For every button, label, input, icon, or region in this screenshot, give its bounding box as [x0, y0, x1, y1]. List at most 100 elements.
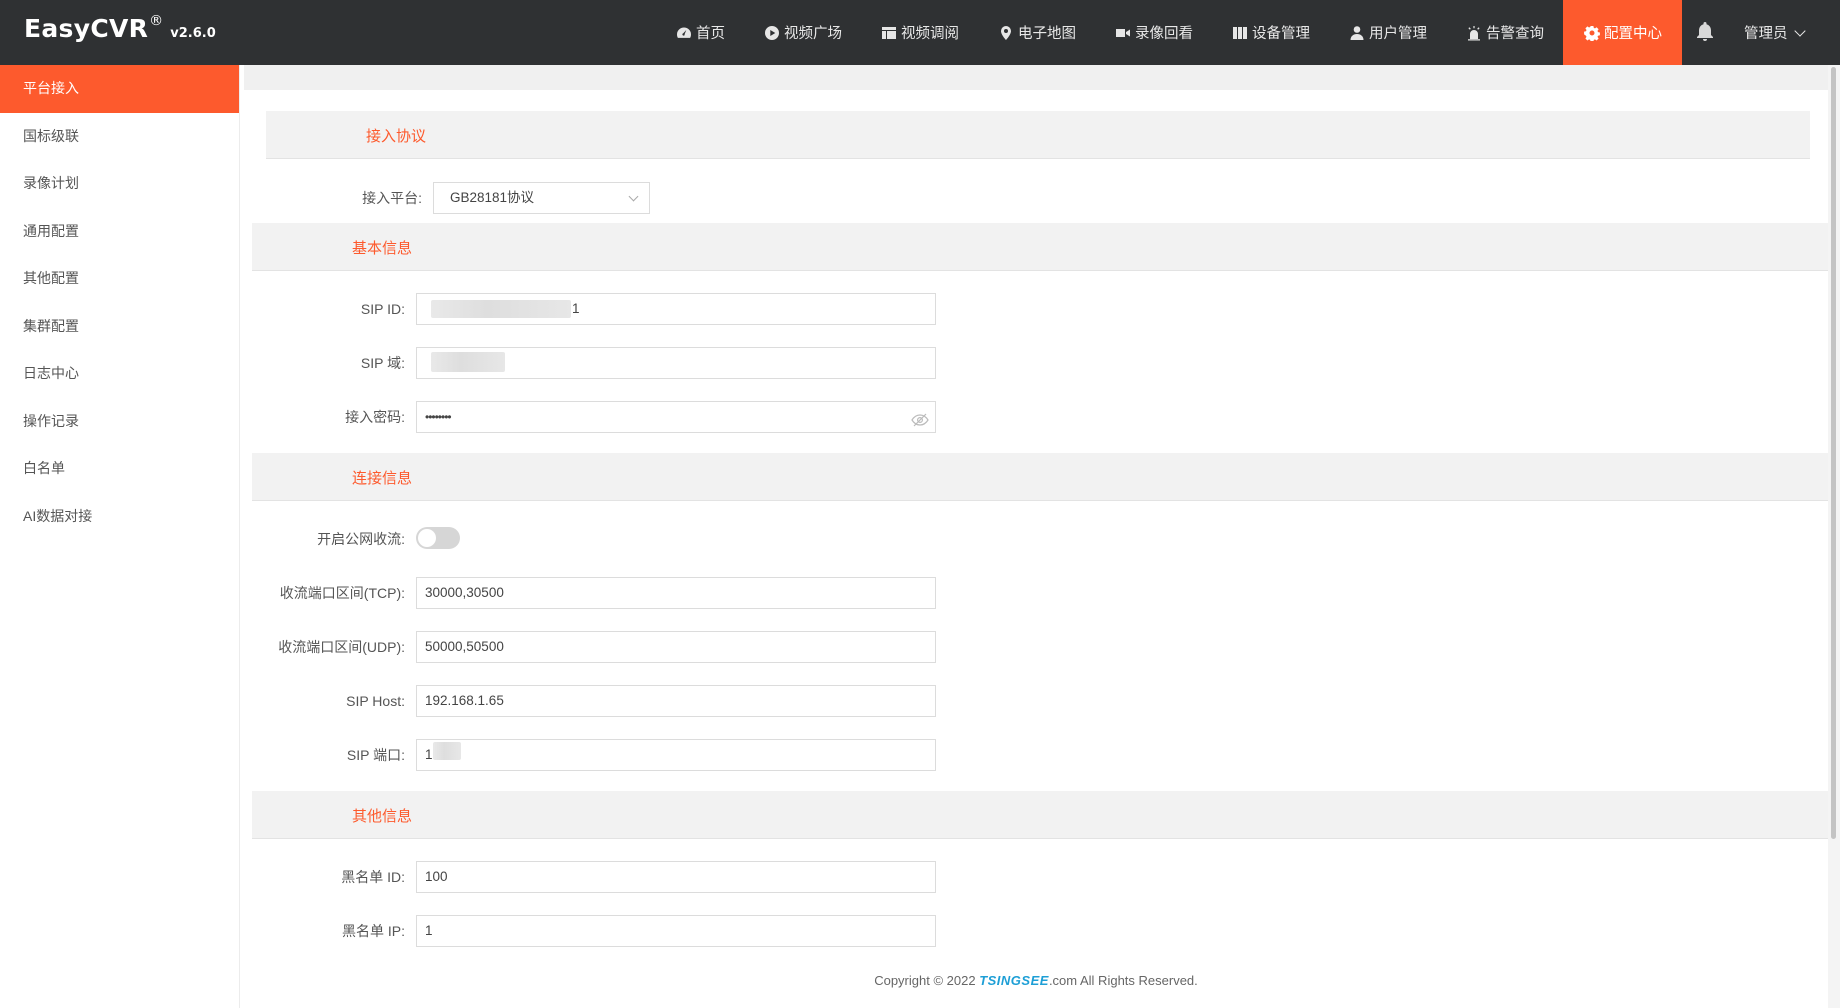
- main-nav: 首页 视频广场 视频调阅 电子地图 录像回看 设备管理 用户管理 告警查询 配置…: [656, 0, 1682, 65]
- section-basic-title: 基本信息: [352, 240, 413, 257]
- section-connection-header: 连接信息: [252, 453, 1828, 501]
- section-basic-header: 基本信息: [252, 223, 1828, 271]
- blacklist-ip-label: 黑名单 IP:: [341, 923, 405, 939]
- tcp-range-label: 收流端口区间(TCP):: [279, 585, 405, 601]
- row-sip-host: SIP Host: 192.168.1.65: [244, 685, 1828, 717]
- udp-range-label: 收流端口区间(UDP):: [278, 639, 405, 655]
- vertical-scrollbar[interactable]: [1828, 65, 1840, 1008]
- layout-icon: [880, 24, 897, 41]
- section-protocol-header: 接入协议: [266, 111, 1810, 159]
- platform-label: 接入平台:: [362, 190, 422, 206]
- content-top-strip: [244, 65, 1828, 90]
- nav-device-management-label: 设备管理: [1252, 26, 1310, 42]
- password-value: ••••••••: [425, 410, 452, 424]
- footer-copyright: Copyright © 2022: [874, 973, 980, 988]
- user-name: 管理员: [1744, 26, 1788, 42]
- nav-e-map[interactable]: 电子地图: [978, 0, 1095, 65]
- public-stream-toggle[interactable]: [416, 527, 460, 549]
- footer-rights: .com All Rights Reserved.: [1048, 973, 1198, 988]
- nav-home-label: 首页: [696, 26, 725, 42]
- row-udp-range: 收流端口区间(UDP): 50000,50500: [244, 631, 1828, 663]
- row-password: 接入密码: ••••••••: [244, 401, 1828, 433]
- sip-domain-input[interactable]: [416, 347, 936, 379]
- row-sip-domain: SIP 域:: [244, 347, 1828, 379]
- sidebar-item-general-config[interactable]: 通用配置: [0, 208, 239, 256]
- chevron-down-icon: [1793, 25, 1806, 37]
- nav-playback-label: 录像回看: [1135, 26, 1193, 42]
- toggle-knob: [418, 529, 436, 547]
- brand-name: EasyCVR: [24, 14, 149, 43]
- gear-icon: [1583, 24, 1600, 41]
- video-camera-icon: [1114, 24, 1131, 41]
- sip-id-input[interactable]: 1: [416, 293, 936, 325]
- brand-logo[interactable]: EasyCVR® v2.6.0: [24, 13, 216, 54]
- brand-version: v2.6.0: [170, 26, 216, 41]
- sip-host-label: SIP Host:: [346, 693, 405, 709]
- chevron-down-icon: [628, 191, 639, 202]
- user-icon: [1348, 24, 1365, 41]
- notification-bell-icon[interactable]: [1694, 20, 1718, 44]
- platform-select-value: GB28181协议: [450, 190, 535, 205]
- udp-range-input[interactable]: 50000,50500: [416, 631, 936, 663]
- nav-alarm-query[interactable]: 告警查询: [1446, 0, 1563, 65]
- sip-host-input[interactable]: 192.168.1.65: [416, 685, 936, 717]
- nav-video-square[interactable]: 视频广场: [744, 0, 861, 65]
- row-public-stream: 开启公网收流:: [244, 523, 1828, 555]
- blacklist-id-label: 黑名单 ID:: [341, 869, 405, 885]
- device-icon: [1231, 24, 1248, 41]
- nav-video-review-label: 视频调阅: [901, 26, 959, 42]
- nav-config-center-label: 配置中心: [1604, 26, 1662, 42]
- password-label: 接入密码:: [345, 409, 405, 425]
- sip-id-value-tail: 1: [572, 301, 580, 316]
- map-pin-icon: [997, 24, 1014, 41]
- row-platform: 接入平台: GB28181协议: [244, 182, 1828, 214]
- sidebar-item-platform-access[interactable]: 平台接入: [0, 65, 239, 113]
- main-content: 接入协议 接入平台: GB28181协议 基本信息 SIP ID: 1 SIP …: [244, 65, 1828, 1008]
- sidebar-item-cluster-config[interactable]: 集群配置: [0, 303, 239, 351]
- sidebar-item-ai-data[interactable]: AI数据对接: [0, 493, 239, 541]
- nav-user-management[interactable]: 用户管理: [1329, 0, 1446, 65]
- footer: Copyright © 2022 TSINGSEE.com All Rights…: [244, 973, 1828, 988]
- sidebar-item-operation-log[interactable]: 操作记录: [0, 398, 239, 446]
- footer-tsingsee-logo[interactable]: TSINGSEE: [979, 973, 1049, 988]
- sidebar-item-log-center[interactable]: 日志中心: [0, 350, 239, 398]
- row-sip-id: SIP ID: 1: [244, 293, 1828, 325]
- nav-video-review[interactable]: 视频调阅: [861, 0, 978, 65]
- alarm-icon: [1465, 24, 1482, 41]
- sidebar-item-other-config[interactable]: 其他配置: [0, 255, 239, 303]
- play-circle-icon: [763, 24, 780, 41]
- sip-domain-label: SIP 域:: [360, 355, 405, 371]
- blacklist-id-input[interactable]: 100: [416, 861, 936, 893]
- blacklist-ip-input[interactable]: 1: [416, 915, 936, 947]
- nav-playback[interactable]: 录像回看: [1095, 0, 1212, 65]
- row-sip-port: SIP 端口: 1: [244, 739, 1828, 771]
- redacted-blur: [431, 300, 571, 318]
- nav-device-management[interactable]: 设备管理: [1212, 0, 1329, 65]
- user-menu[interactable]: 管理员: [1744, 22, 1806, 43]
- nav-user-management-label: 用户管理: [1369, 26, 1427, 42]
- sidebar-item-recording-plan[interactable]: 录像计划: [0, 160, 239, 208]
- sidebar-item-gb-cascade[interactable]: 国标级联: [0, 113, 239, 161]
- nav-config-center[interactable]: 配置中心: [1563, 0, 1682, 65]
- nav-home[interactable]: 首页: [656, 0, 744, 65]
- sidebar-item-whitelist[interactable]: 白名单: [0, 445, 239, 493]
- dashboard-icon: [675, 24, 692, 41]
- sip-port-label: SIP 端口:: [346, 747, 405, 763]
- redacted-blur: [433, 742, 461, 760]
- platform-select[interactable]: GB28181协议: [433, 182, 650, 214]
- sip-id-label: SIP ID:: [360, 301, 405, 317]
- nav-video-square-label: 视频广场: [784, 26, 842, 42]
- tcp-range-input[interactable]: 30000,30500: [416, 577, 936, 609]
- sidebar: 平台接入 国标级联 录像计划 通用配置 其他配置 集群配置 日志中心 操作记录 …: [0, 65, 240, 1008]
- eye-hidden-icon[interactable]: [911, 409, 929, 427]
- scrollbar-thumb[interactable]: [1831, 67, 1836, 839]
- section-connection-title: 连接信息: [352, 470, 413, 487]
- row-blacklist-id: 黑名单 ID: 100: [244, 861, 1828, 893]
- nav-alarm-query-label: 告警查询: [1486, 26, 1544, 42]
- sip-port-input[interactable]: 1: [416, 739, 936, 771]
- row-blacklist-ip: 黑名单 IP: 1: [244, 915, 1828, 947]
- nav-e-map-label: 电子地图: [1018, 26, 1076, 42]
- public-stream-label: 开启公网收流:: [317, 531, 405, 547]
- password-input[interactable]: ••••••••: [416, 401, 936, 433]
- row-tcp-range: 收流端口区间(TCP): 30000,30500: [244, 577, 1828, 609]
